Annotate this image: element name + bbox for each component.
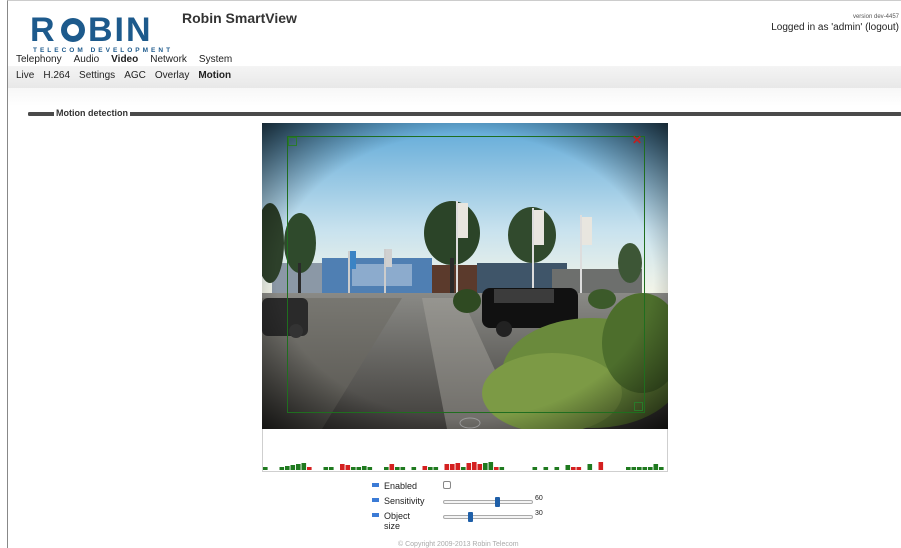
svg-text:R: R — [30, 12, 57, 49]
enabled-label: Enabled — [384, 481, 418, 491]
activity-bar — [323, 467, 329, 470]
activity-bar — [631, 467, 637, 470]
activity-bar — [422, 466, 428, 470]
activity-bar — [340, 464, 345, 470]
activity-bar — [329, 467, 334, 470]
enabled-checkbox[interactable] — [443, 481, 451, 489]
bullet-icon — [372, 513, 379, 517]
sub-nav: Live H.264 Settings AGC Overlay Motion — [16, 70, 240, 81]
activity-bar — [356, 467, 362, 470]
activity-bar — [499, 467, 505, 470]
activity-bar — [653, 464, 659, 470]
activity-bar — [483, 463, 488, 470]
logout-link[interactable]: (logout) — [865, 22, 899, 33]
motion-activity-bars — [263, 462, 664, 470]
detection-resize-handle-bottom-right[interactable] — [634, 402, 643, 411]
activity-bar — [384, 467, 389, 470]
motion-activity-graph — [262, 429, 668, 472]
sensitivity-label: Sensitivity — [384, 496, 425, 506]
activity-bar — [428, 467, 433, 470]
activity-bar — [362, 466, 367, 470]
robin-logo: R BIN TELECOM DEVELOPMENT — [30, 11, 175, 56]
activity-bar — [587, 464, 593, 470]
nav-video[interactable]: Video — [111, 54, 138, 65]
activity-bar — [296, 464, 301, 470]
object-size-slider-handle[interactable] — [468, 512, 473, 522]
close-icon[interactable]: ✕ — [632, 134, 642, 146]
activity-bar — [433, 467, 439, 470]
activity-bar — [279, 467, 285, 470]
activity-bar — [367, 467, 373, 470]
sensitivity-slider-handle[interactable] — [495, 497, 500, 507]
bullet-icon — [372, 498, 379, 502]
svg-text:BIN: BIN — [88, 12, 153, 49]
activity-bar — [543, 467, 549, 470]
nav-system[interactable]: System — [199, 54, 232, 65]
copyright: © Copyright 2009-2013 Robin Telecom — [398, 541, 519, 548]
activity-bar — [477, 464, 483, 470]
activity-bar — [642, 467, 648, 470]
main-nav: Telephony Audio Video Network System — [16, 54, 244, 65]
subnav-settings[interactable]: Settings — [79, 70, 115, 81]
activity-bar — [400, 467, 406, 470]
activity-bar — [411, 467, 417, 470]
bullet-icon — [372, 483, 379, 487]
activity-bar — [444, 464, 450, 470]
activity-bar — [450, 464, 455, 470]
activity-bar — [301, 463, 307, 470]
activity-bar — [345, 465, 351, 470]
subnav-live[interactable]: Live — [16, 70, 34, 81]
header-band — [8, 88, 901, 106]
activity-bar — [576, 467, 582, 470]
activity-bar — [554, 467, 560, 470]
activity-bar — [598, 462, 604, 470]
detection-area[interactable] — [287, 136, 645, 413]
subnav-agc[interactable]: AGC — [124, 70, 146, 81]
app-title: Robin SmartView — [182, 10, 297, 26]
nav-telephony[interactable]: Telephony — [16, 54, 62, 65]
activity-bar — [637, 467, 642, 470]
activity-bar — [532, 467, 538, 470]
activity-bar — [648, 467, 653, 470]
object-size-slider[interactable] — [443, 515, 533, 519]
sensitivity-value: 60 — [535, 495, 543, 502]
activity-bar — [290, 465, 296, 470]
sensitivity-slider[interactable] — [443, 500, 533, 504]
activity-bar — [263, 467, 268, 470]
subnav-h264[interactable]: H.264 — [43, 70, 70, 81]
activity-bar — [571, 467, 576, 470]
section-divider — [28, 112, 901, 116]
login-status: Logged in as 'admin' (logout) — [771, 22, 899, 33]
activity-bar — [389, 464, 395, 470]
activity-bar — [565, 465, 571, 470]
activity-bar — [307, 467, 312, 470]
activity-bar — [626, 467, 631, 470]
section-title: Motion detection — [54, 108, 130, 118]
activity-bar — [488, 462, 494, 470]
object-size-label: Object size — [384, 511, 411, 531]
version-label: version dev-4457 — [852, 14, 899, 20]
detection-resize-handle-top-left[interactable] — [288, 137, 297, 146]
activity-bar — [455, 463, 461, 470]
activity-bar — [472, 462, 477, 470]
nav-network[interactable]: Network — [150, 54, 187, 65]
activity-bar — [395, 467, 400, 470]
activity-bar — [461, 467, 466, 470]
activity-bar — [659, 467, 664, 470]
object-size-value: 30 — [535, 510, 543, 517]
activity-bar — [285, 466, 290, 470]
activity-bar — [494, 467, 499, 470]
subnav-overlay[interactable]: Overlay — [155, 70, 189, 81]
login-text: Logged in as 'admin' — [771, 22, 863, 33]
activity-bar — [466, 463, 472, 470]
subnav-motion[interactable]: Motion — [198, 70, 231, 81]
activity-bar — [351, 467, 356, 470]
nav-audio[interactable]: Audio — [74, 54, 100, 65]
svg-text:TELECOM DEVELOPMENT: TELECOM DEVELOPMENT — [33, 47, 173, 54]
